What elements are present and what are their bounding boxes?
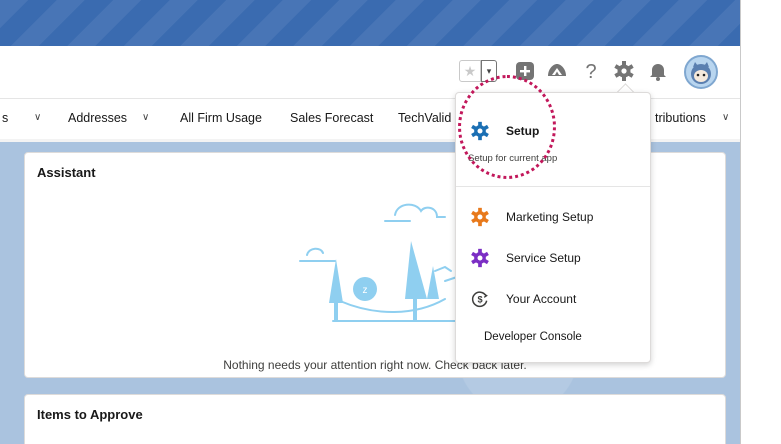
menu-divider	[456, 186, 650, 187]
setup-label: Setup	[506, 124, 540, 138]
help-icon[interactable]: ?	[579, 59, 603, 83]
assistant-title: Assistant	[37, 165, 96, 180]
chevron-down-icon[interactable]: ∨	[142, 112, 149, 123]
svg-text:z: z	[363, 285, 368, 296]
menu-item-your-account[interactable]: $ Your Account	[456, 281, 650, 317]
chevron-down-icon[interactable]: ▾	[481, 60, 497, 82]
menu-item-label: Your Account	[506, 292, 577, 306]
menu-item-label: Marketing Setup	[506, 210, 594, 224]
menu-item-developer-console[interactable]: Developer Console	[484, 331, 582, 343]
setup-subtitle: Setup for current app	[468, 153, 558, 164]
app-window: ★ ▾ ? s ∨ Addresses ∨ All Firm Usage Sal…	[0, 0, 741, 444]
astro-avatar-icon	[691, 62, 711, 84]
items-to-approve-title: Items to Approve	[37, 407, 143, 422]
chevron-down-icon[interactable]: ∨	[34, 112, 41, 123]
trailhead-icon[interactable]	[545, 59, 569, 83]
gear-icon	[471, 248, 489, 268]
nav-item-distributions[interactable]: tributions	[655, 111, 706, 125]
setup-menu: Setup Setup for current app Marketing Se…	[455, 92, 651, 363]
nav-item-partial[interactable]: s	[2, 111, 8, 125]
chevron-down-icon[interactable]: ∨	[722, 112, 729, 123]
nav-item-sales-forecast[interactable]: Sales Forecast	[290, 111, 373, 125]
star-icon[interactable]: ★	[459, 60, 481, 82]
gear-icon	[471, 207, 489, 227]
nav-item-all-firm-usage[interactable]: All Firm Usage	[180, 111, 262, 125]
dollar-circle-icon: $	[471, 291, 488, 308]
items-to-approve-card: Items to Approve	[24, 394, 726, 444]
gear-icon[interactable]	[612, 59, 636, 83]
plus-icon[interactable]	[513, 59, 537, 83]
bell-icon[interactable]	[646, 59, 670, 83]
nav-item-techvalid[interactable]: TechValid	[398, 111, 451, 125]
menu-item-label: Service Setup	[506, 251, 581, 265]
nav-item-addresses[interactable]: Addresses	[68, 111, 127, 125]
svg-text:?: ?	[585, 61, 596, 83]
menu-item-setup[interactable]: Setup Setup for current app	[456, 113, 650, 173]
menu-item-marketing-setup[interactable]: Marketing Setup	[456, 199, 650, 235]
menu-item-service-setup[interactable]: Service Setup	[456, 240, 650, 276]
svg-text:$: $	[477, 294, 482, 304]
avatar[interactable]	[684, 55, 718, 89]
setup-gear-icon	[471, 121, 489, 141]
brand-band	[0, 0, 740, 46]
